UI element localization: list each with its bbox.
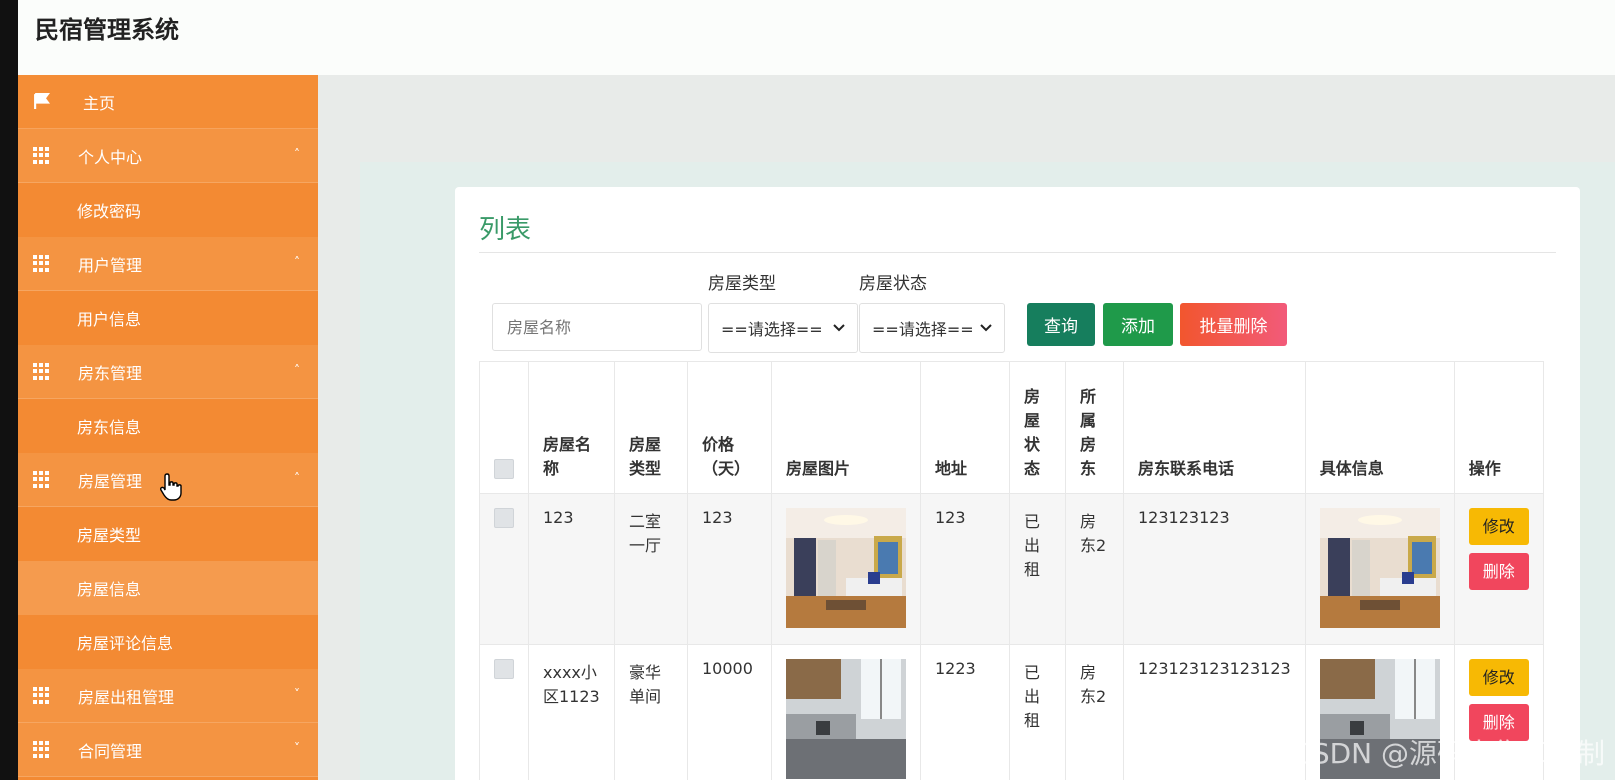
sidebar-item-house-comments[interactable]: 房屋评论信息 — [18, 615, 318, 669]
house-type-label: 房屋类型 — [708, 274, 776, 294]
query-button[interactable]: 查询 — [1027, 303, 1095, 346]
house-name-cell: 123 — [528, 493, 615, 645]
grid-icon — [33, 687, 50, 704]
column-header: 房屋类型 — [614, 361, 688, 494]
row-checkbox[interactable] — [494, 659, 514, 679]
owner-cell: 房东2 — [1065, 644, 1124, 780]
column-header: 房屋名称 — [528, 361, 615, 494]
sidebar-item-label: 个人中心 — [78, 147, 143, 167]
chevron-down-icon: ˅ — [294, 687, 300, 701]
select-all-cell — [479, 361, 529, 494]
chevron-down-icon — [833, 324, 845, 332]
sidebar-item-label: 房屋出租管理 — [78, 687, 175, 707]
sidebar-item-label: 房屋管理 — [78, 471, 143, 491]
sidebar-item-label: 房东管理 — [78, 363, 143, 383]
sidebar-item-label: 主页 — [83, 93, 116, 113]
row-select-cell — [479, 644, 529, 780]
price-cell: 10000 — [687, 644, 772, 780]
add-button[interactable]: 添加 — [1103, 303, 1173, 346]
sidebar-group-landlord[interactable]: 房东管理 ˄ — [18, 345, 318, 399]
select-all-checkbox[interactable] — [494, 459, 514, 479]
app-title: 民宿管理系统 — [35, 16, 179, 44]
sidebar-item-label: 合同管理 — [78, 741, 143, 761]
house-image-cell — [771, 644, 921, 780]
grid-icon — [33, 363, 50, 380]
living-room-image — [786, 508, 906, 628]
sidebar-group-rental[interactable]: 房屋出租管理 ˅ — [18, 669, 318, 723]
table-row: 123 二室一厅 123 123 已出租 房东2 123123123 修改 删除 — [479, 493, 1544, 645]
price-cell: 123 — [687, 493, 772, 645]
hand-cursor-icon — [160, 473, 182, 501]
title-divider — [479, 252, 1556, 253]
window-edge — [0, 0, 18, 780]
actions-cell: 修改 删除 — [1453, 493, 1544, 645]
grid-icon — [33, 147, 50, 164]
top-header: 民宿管理系统 — [18, 0, 1615, 75]
address-cell: 123 — [920, 493, 1010, 645]
sidebar-item-house-type[interactable]: 房屋类型 — [18, 507, 318, 561]
table-header-row: 房屋名称 房屋类型 价格（天） 房屋图片 地址 房屋状态 所属房东 房东联系电话… — [479, 361, 1544, 494]
house-status-label: 房屋状态 — [859, 274, 927, 294]
row-select-cell — [479, 493, 529, 645]
living-room-image — [1319, 508, 1440, 628]
sidebar-group-contract[interactable]: 合同管理 ˅ — [18, 723, 318, 777]
chevron-up-icon: ˄ — [294, 255, 300, 269]
column-header: 地址 — [920, 361, 1010, 494]
detail-image-cell — [1304, 493, 1455, 645]
page-title: 列表 — [479, 215, 532, 245]
phone-cell: 123123123123123 — [1123, 644, 1306, 780]
sidebar-item-landlord-info[interactable]: 房东信息 — [18, 399, 318, 453]
watermark: CSDN @源码出售和定制 — [1292, 737, 1605, 770]
house-name-cell: xxxx小区1123 — [528, 644, 615, 780]
sidebar-group-user[interactable]: 用户管理 ˄ — [18, 237, 318, 291]
chevron-up-icon: ˄ — [294, 471, 300, 485]
column-header: 房屋状态 — [1009, 361, 1066, 494]
flag-icon — [34, 93, 50, 109]
list-card: 列表 房屋类型 ==请选择== 房屋状态 ==请选择== 查询 添加 批量删除 … — [455, 187, 1580, 780]
sidebar-item-label: 用户管理 — [78, 255, 143, 275]
house-status-select[interactable]: ==请选择== — [859, 303, 1005, 353]
grid-icon — [33, 471, 50, 488]
column-header: 操作 — [1453, 361, 1544, 494]
sidebar-group-personal[interactable]: 个人中心 ˄ — [18, 129, 318, 183]
house-name-input[interactable] — [492, 303, 702, 351]
sidebar-item-change-password[interactable]: 修改密码 — [18, 183, 318, 237]
delete-button[interactable]: 删除 — [1468, 553, 1529, 590]
grid-icon — [33, 741, 50, 758]
sidebar: 主页 个人中心 ˄ 修改密码 用户管理 ˄ 用户信息 房东管理 ˄ 房东信息 房… — [18, 75, 318, 780]
chevron-up-icon: ˄ — [294, 147, 300, 161]
batch-delete-button[interactable]: 批量删除 — [1180, 303, 1287, 346]
status-cell: 已出租 — [1009, 644, 1066, 780]
edit-button[interactable]: 修改 — [1468, 508, 1529, 545]
phone-cell: 123123123 — [1123, 493, 1306, 645]
column-header: 价格（天） — [687, 361, 772, 494]
kitchen-image — [786, 659, 906, 779]
house-type-cell: 二室一厅 — [614, 493, 688, 645]
select-value: ==请选择== — [872, 320, 974, 339]
column-header: 所属房东 — [1065, 361, 1124, 494]
house-type-cell: 豪华单间 — [614, 644, 688, 780]
sidebar-item-home[interactable]: 主页 — [18, 75, 318, 129]
sidebar-item-house-info[interactable]: 房屋信息 — [18, 561, 318, 615]
chevron-down-icon — [980, 324, 992, 332]
address-cell: 1223 — [920, 644, 1010, 780]
house-type-select[interactable]: ==请选择== — [708, 303, 858, 353]
column-header: 房屋图片 — [771, 361, 921, 494]
sidebar-item-user-info[interactable]: 用户信息 — [18, 291, 318, 345]
house-image-cell — [771, 493, 921, 645]
chevron-up-icon: ˄ — [294, 363, 300, 377]
select-value: ==请选择== — [721, 320, 823, 339]
status-cell: 已出租 — [1009, 493, 1066, 645]
column-header: 房东联系电话 — [1123, 361, 1306, 494]
chevron-down-icon: ˅ — [294, 741, 300, 755]
owner-cell: 房东2 — [1065, 493, 1124, 645]
column-header: 具体信息 — [1304, 361, 1455, 494]
house-table: 房屋名称 房屋类型 价格（天） 房屋图片 地址 房屋状态 所属房东 房东联系电话… — [479, 361, 1544, 780]
row-checkbox[interactable] — [494, 508, 514, 528]
grid-icon — [33, 255, 50, 272]
edit-button[interactable]: 修改 — [1468, 659, 1529, 696]
